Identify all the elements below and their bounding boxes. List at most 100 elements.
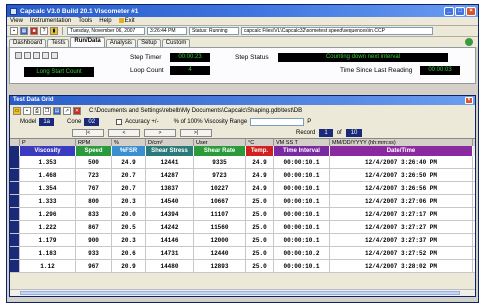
table-cell[interactable]: 25.0 bbox=[246, 234, 274, 246]
table-cell[interactable]: 1.353 bbox=[20, 156, 76, 168]
stop-run-icon[interactable] bbox=[42, 52, 49, 59]
table-cell[interactable]: 1.333 bbox=[20, 195, 76, 207]
column-header-date-time[interactable]: Date/Time bbox=[330, 146, 473, 156]
table-row[interactable]: 1.222 867 20.5 14242 11560 25.0 00:00:10.1 12/4… bbox=[10, 221, 475, 234]
table-cell[interactable]: 24.9 bbox=[112, 156, 146, 168]
table-cell[interactable]: 767 bbox=[76, 182, 112, 194]
column-header-shear-stress[interactable]: Shear Stress bbox=[146, 146, 194, 156]
table-cell[interactable]: 20.3 bbox=[112, 195, 146, 207]
copy-icon[interactable]: ❐ bbox=[43, 106, 51, 115]
delete-icon[interactable]: ✕ bbox=[73, 106, 81, 115]
table-cell[interactable]: 20.5 bbox=[112, 221, 146, 233]
previous-record-button[interactable]: < bbox=[108, 128, 140, 137]
table-cell[interactable]: 12000 bbox=[194, 234, 246, 246]
table-cell[interactable]: 967 bbox=[76, 260, 112, 272]
stop-icon[interactable]: ■ bbox=[30, 27, 38, 35]
table-cell[interactable]: 14242 bbox=[146, 221, 194, 233]
first-record-button[interactable]: |< bbox=[72, 128, 104, 137]
table-cell[interactable]: 500 bbox=[76, 156, 112, 168]
tab-dashboard[interactable]: Dashboard bbox=[9, 39, 47, 47]
export-icon[interactable]: ↗ bbox=[63, 106, 71, 115]
table-cell[interactable]: 12/4/2007 3:26:56 PM bbox=[330, 182, 473, 194]
table-cell[interactable]: 10667 bbox=[194, 195, 246, 207]
grid-close-button[interactable]: × bbox=[465, 97, 473, 104]
table-cell[interactable]: 1.222 bbox=[20, 221, 76, 233]
table-cell[interactable]: 00:00:10.1 bbox=[274, 182, 330, 194]
close-button[interactable]: × bbox=[466, 6, 476, 16]
table-cell[interactable]: 12441 bbox=[146, 156, 194, 168]
cone-value[interactable]: 02 bbox=[84, 117, 100, 126]
table-cell[interactable]: 20.7 bbox=[112, 169, 146, 181]
table-row[interactable]: 1.353 500 24.9 12441 9335 24.9 00:00:10.1 12/4/… bbox=[10, 156, 475, 169]
title-bar[interactable]: Capcalc V3.0 Build 20.1 Viscometer #1 _ … bbox=[7, 5, 478, 17]
table-cell[interactable]: 900 bbox=[76, 234, 112, 246]
table-row[interactable]: 1.333 800 20.3 14540 10667 25.0 00:00:10.1 12/4… bbox=[10, 195, 475, 208]
table-cell[interactable]: 12/4/2007 3:27:06 PM bbox=[330, 195, 473, 207]
table-cell[interactable]: 12893 bbox=[194, 260, 246, 272]
column-header--fsr[interactable]: %FSR bbox=[112, 146, 146, 156]
table-cell[interactable]: 1.183 bbox=[20, 247, 76, 259]
table-cell[interactable]: 24.9 bbox=[246, 156, 274, 168]
table-cell[interactable]: 25.0 bbox=[246, 221, 274, 233]
table-cell[interactable]: 12/4/2007 3:27:27 PM bbox=[330, 221, 473, 233]
save-grid-icon[interactable]: ▪ bbox=[23, 106, 31, 115]
table-cell[interactable]: 00:00:10.2 bbox=[274, 247, 330, 259]
table-cell[interactable]: 25.0 bbox=[246, 208, 274, 220]
table-cell[interactable]: 00:00:10.1 bbox=[274, 156, 330, 168]
refresh-icon[interactable] bbox=[465, 38, 473, 46]
last-record-button[interactable]: >| bbox=[180, 128, 212, 137]
table-cell[interactable]: 933 bbox=[76, 247, 112, 259]
table-cell[interactable]: 1.296 bbox=[20, 208, 76, 220]
table-row[interactable]: 1.179 900 20.3 14146 12000 25.0 00:00:10.1 12/4… bbox=[10, 234, 475, 247]
table-cell[interactable]: 20.9 bbox=[112, 260, 146, 272]
table-cell[interactable]: 14480 bbox=[146, 260, 194, 272]
menu-view[interactable]: View bbox=[10, 18, 23, 24]
column-header-time-interval[interactable]: Time Interval bbox=[274, 146, 330, 156]
table-cell[interactable]: 25.0 bbox=[246, 260, 274, 272]
table-cell[interactable]: 14540 bbox=[146, 195, 194, 207]
table-cell[interactable]: 24.9 bbox=[246, 182, 274, 194]
table-cell[interactable]: 833 bbox=[76, 208, 112, 220]
record-value[interactable]: 1 bbox=[319, 128, 333, 137]
table-cell[interactable]: 14731 bbox=[146, 247, 194, 259]
table-cell[interactable]: 12/4/2007 3:27:52 PM bbox=[330, 247, 473, 259]
table-cell[interactable]: 00:00:10.1 bbox=[274, 208, 330, 220]
row-selector[interactable] bbox=[10, 208, 20, 220]
table-cell[interactable]: 20.6 bbox=[112, 247, 146, 259]
table-cell[interactable]: 12/4/2007 3:28:02 PM bbox=[330, 260, 473, 272]
record-icon[interactable] bbox=[51, 52, 58, 59]
help-icon[interactable]: ? bbox=[40, 27, 48, 35]
tab-custom[interactable]: Custom bbox=[161, 39, 191, 47]
table-row[interactable]: 1.354 767 20.7 13837 10227 24.9 00:00:10.1 12/4… bbox=[10, 182, 475, 195]
tab-setup[interactable]: Setup bbox=[137, 39, 161, 47]
table-cell[interactable]: 20.7 bbox=[112, 182, 146, 194]
table-cell[interactable]: 9723 bbox=[194, 169, 246, 181]
column-header-viscosity[interactable]: Viscosity bbox=[20, 146, 76, 156]
table-cell[interactable]: 24.9 bbox=[246, 169, 274, 181]
table-cell[interactable]: 1.468 bbox=[20, 169, 76, 181]
chart-icon[interactable]: ▮ bbox=[50, 27, 58, 35]
maximize-button[interactable]: □ bbox=[455, 6, 465, 16]
scrollbar-thumb[interactable] bbox=[20, 291, 460, 295]
table-cell[interactable]: 00:00:10.1 bbox=[274, 234, 330, 246]
table-cell[interactable]: 12/4/2007 3:26:50 PM bbox=[330, 169, 473, 181]
table-cell[interactable]: 00:00:10.1 bbox=[274, 169, 330, 181]
menu-exit[interactable]: Exit bbox=[118, 18, 135, 24]
table-cell[interactable]: 10227 bbox=[194, 182, 246, 194]
table-cell[interactable]: 800 bbox=[76, 195, 112, 207]
table-cell[interactable]: 9335 bbox=[194, 156, 246, 168]
range-input[interactable] bbox=[250, 117, 305, 126]
row-selector[interactable] bbox=[10, 234, 20, 246]
row-selector[interactable] bbox=[10, 221, 20, 233]
table-row[interactable]: 1.183 933 20.6 14731 12440 25.0 00:00:10.2 12/4… bbox=[10, 247, 475, 260]
table-cell[interactable]: 25.0 bbox=[246, 195, 274, 207]
table-cell[interactable]: 11107 bbox=[194, 208, 246, 220]
menu-tools[interactable]: Tools bbox=[78, 18, 92, 24]
next-record-button[interactable]: > bbox=[144, 128, 176, 137]
print-icon[interactable]: ⎙ bbox=[33, 106, 41, 115]
tab-tests[interactable]: Tests bbox=[47, 39, 70, 47]
table-cell[interactable]: 14146 bbox=[146, 234, 194, 246]
table-cell[interactable]: 12440 bbox=[194, 247, 246, 259]
table-cell[interactable]: 00:00:10.1 bbox=[274, 195, 330, 207]
row-selector[interactable] bbox=[10, 169, 20, 181]
